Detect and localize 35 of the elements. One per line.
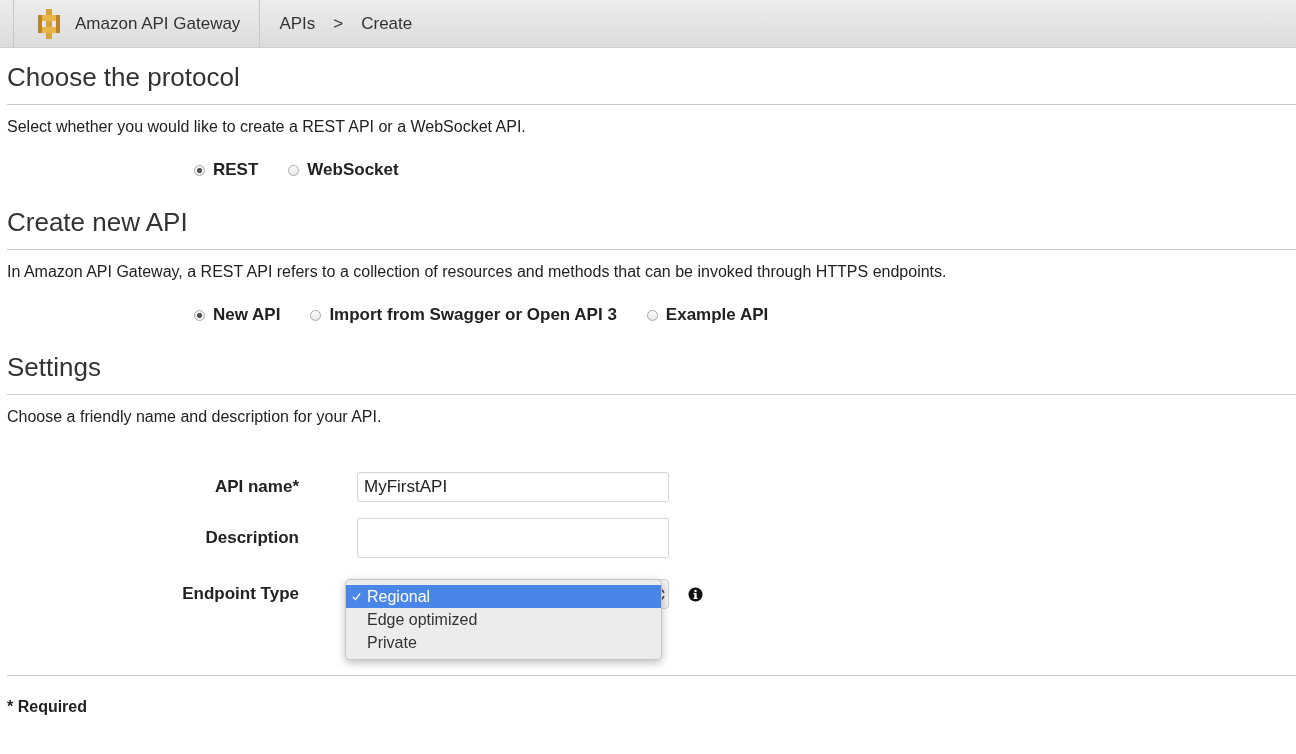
radio-icon[interactable] (194, 164, 205, 176)
radio-icon[interactable] (194, 309, 205, 321)
breadcrumb-item[interactable]: APIs (279, 13, 316, 34)
radio-option[interactable]: WebSocket (288, 160, 399, 180)
breadcrumb-item[interactable]: Create (361, 13, 413, 34)
radio-icon[interactable] (288, 164, 300, 176)
field-label: API name* (213, 477, 299, 497)
field-label: Endpoint Type (181, 584, 299, 604)
breadcrumb-item: > (333, 13, 344, 34)
radio-label[interactable]: REST (213, 160, 259, 180)
radio-icon[interactable] (646, 309, 658, 321)
info-icon[interactable] (688, 586, 703, 602)
radio-option[interactable]: REST (194, 160, 259, 180)
dropdown-option[interactable]: Edge optimized (346, 608, 661, 631)
input-field[interactable]: MyFirstAPI (357, 472, 669, 502)
logo-icon (35, 7, 63, 40)
input-field[interactable] (357, 518, 669, 558)
section-heading: Create new API (7, 205, 1296, 250)
section-description: Select whether you would like to create a REST API or a WebSocket API. (7, 117, 527, 137)
section-description: In Amazon API Gateway, a REST API refers to a collection of resources and methods that can be invoked through HTTPS endpoints. (7, 262, 948, 282)
check-icon (352, 592, 361, 601)
dropdown-option[interactable]: Private (346, 631, 661, 654)
radio-option[interactable]: Example API (646, 305, 769, 325)
section-description: Choose a friendly name and description for your API. (7, 407, 383, 427)
radio-label[interactable]: WebSocket (307, 160, 399, 180)
dropdown-option[interactable]: Regional (346, 585, 661, 608)
service-name[interactable]: Amazon API Gateway (75, 13, 241, 34)
section-heading: Choose the protocol (7, 60, 1296, 105)
radio-label[interactable]: Example API (665, 305, 769, 325)
radio-option[interactable]: New API (194, 305, 281, 325)
required-note: * Required (7, 698, 88, 716)
radio-icon[interactable] (310, 309, 322, 321)
section-heading: Settings (7, 350, 1296, 395)
radio-label[interactable]: New API (213, 305, 281, 325)
field-label: Description (204, 528, 299, 548)
